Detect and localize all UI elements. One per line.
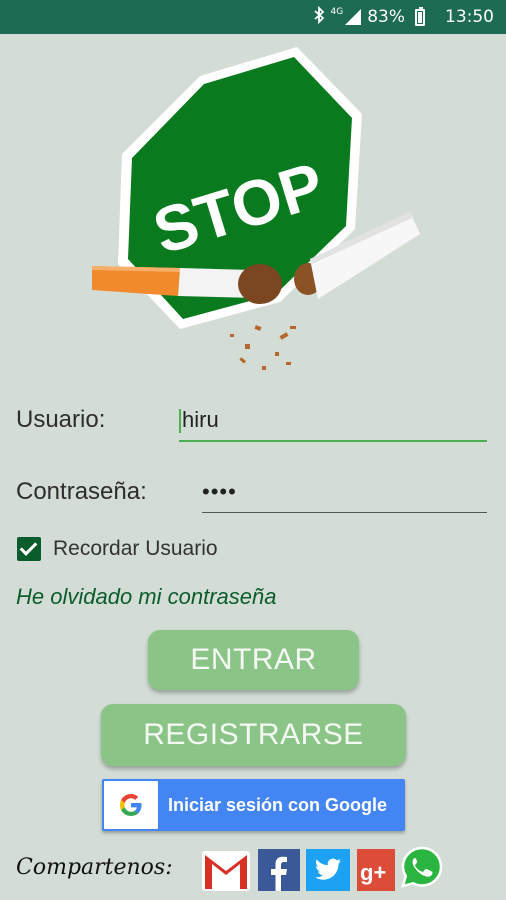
google-signin-label: Iniciar sesión con Google: [168, 795, 388, 815]
register-button[interactable]: REGISTRARSE: [101, 704, 406, 766]
remember-user-label: Recordar Usuario: [53, 537, 218, 560]
google-signin-button[interactable]: Iniciar sesión con Google: [102, 779, 405, 831]
remember-user-checkbox[interactable]: [17, 537, 41, 561]
google-plus-icon[interactable]: g+: [357, 847, 395, 893]
username-field[interactable]: hiru: [179, 400, 487, 442]
password-label: Contraseña:: [16, 478, 147, 505]
stop-smoking-logo: STOP: [92, 47, 420, 370]
login-button[interactable]: ENTRAR: [148, 630, 359, 690]
status-bar: 4G 83% 13:50: [0, 0, 506, 34]
username-value: hiru: [182, 407, 219, 432]
remember-user-row[interactable]: Recordar Usuario: [17, 537, 218, 561]
google-g-icon: [104, 781, 158, 829]
svg-text:g+: g+: [360, 860, 386, 885]
bluetooth-icon: [313, 5, 325, 28]
password-value: ••••: [202, 479, 237, 504]
tobacco-crumbs: [230, 325, 296, 370]
battery-percent: 83%: [367, 7, 405, 27]
gmail-icon[interactable]: [201, 847, 251, 893]
forgot-password-link[interactable]: He olvidado mi contraseña: [16, 584, 276, 610]
signal-icon: [345, 9, 362, 25]
whatsapp-icon[interactable]: [400, 844, 444, 890]
password-field[interactable]: ••••: [202, 472, 487, 513]
text-caret: [179, 409, 181, 434]
username-label: Usuario:: [16, 406, 106, 433]
battery-icon: [415, 6, 425, 26]
clock: 13:50: [445, 7, 494, 27]
status-icons: 4G 83% 13:50: [313, 0, 494, 34]
network-type: 4G: [330, 7, 344, 17]
twitter-icon[interactable]: [306, 847, 350, 893]
facebook-icon[interactable]: [258, 847, 300, 893]
share-label: Compartenos:: [16, 855, 173, 880]
